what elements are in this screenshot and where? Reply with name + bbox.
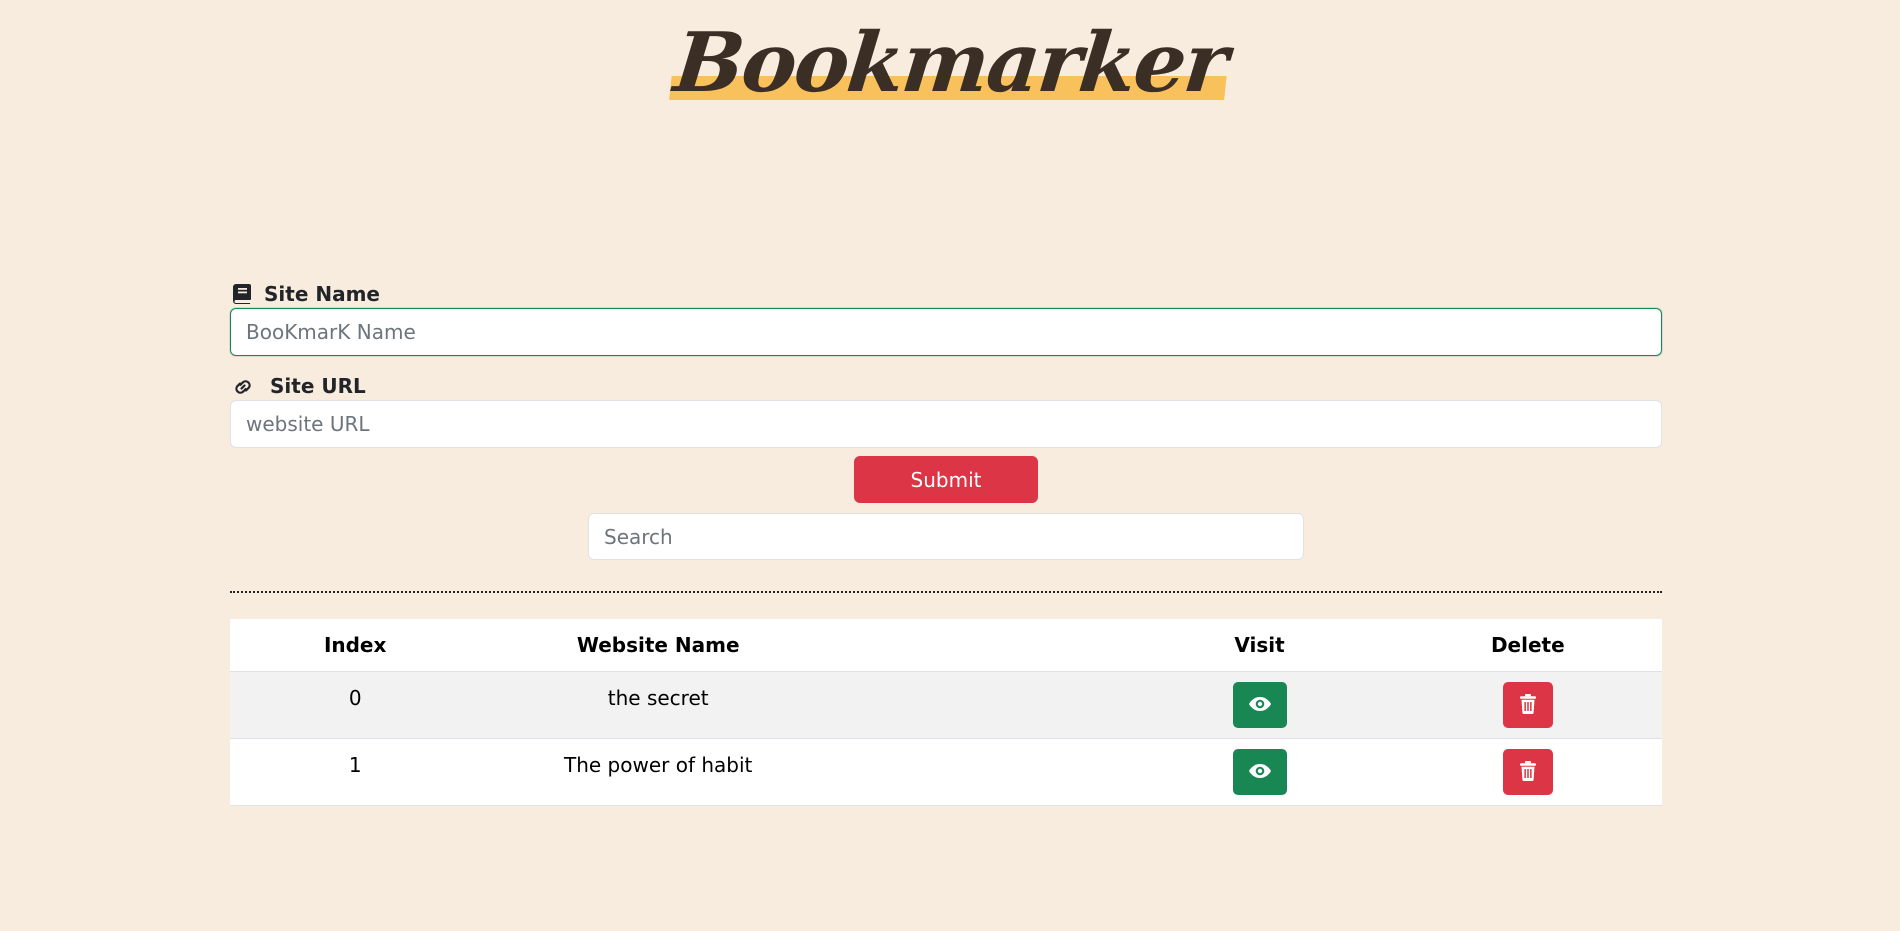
visit-button[interactable] bbox=[1232, 682, 1287, 728]
link-icon bbox=[230, 374, 256, 398]
row-index: 0 bbox=[230, 671, 481, 739]
bookmark-form: Site Name Site URL Submit bbox=[230, 280, 1662, 806]
bookmarks-table: Index Website Name Visit Delete 0 the se… bbox=[230, 619, 1662, 806]
header-spacer bbox=[836, 619, 1126, 672]
header-delete: Delete bbox=[1393, 619, 1662, 672]
site-name-label-row: Site Name bbox=[230, 280, 1662, 308]
trash-icon bbox=[1519, 760, 1536, 784]
header-index: Index bbox=[230, 619, 481, 672]
row-visit-cell bbox=[1125, 671, 1394, 739]
trash-icon bbox=[1519, 693, 1536, 717]
header-visit: Visit bbox=[1125, 619, 1394, 672]
header: Bookmarker bbox=[0, 15, 1900, 111]
header-website-name: Website Name bbox=[480, 619, 837, 672]
eye-icon bbox=[1248, 763, 1272, 782]
table-header-row: Index Website Name Visit Delete bbox=[230, 619, 1662, 672]
row-website-name: the secret bbox=[480, 671, 837, 739]
submit-row: Submit bbox=[230, 456, 1662, 503]
table-row: 0 the secret bbox=[230, 671, 1662, 739]
row-index: 1 bbox=[230, 738, 481, 806]
submit-button[interactable]: Submit bbox=[854, 456, 1038, 503]
row-visit-cell bbox=[1125, 738, 1394, 806]
search-input[interactable] bbox=[588, 513, 1304, 560]
site-url-label: Site URL bbox=[270, 374, 366, 398]
eye-icon bbox=[1248, 696, 1272, 715]
book-icon bbox=[230, 282, 254, 306]
row-spacer bbox=[836, 671, 1126, 739]
divider bbox=[230, 591, 1662, 593]
row-delete-cell bbox=[1393, 738, 1662, 806]
page-title: Bookmarker bbox=[666, 15, 1233, 111]
search-row bbox=[230, 513, 1662, 560]
site-name-input[interactable] bbox=[230, 308, 1662, 356]
row-website-name: The power of habit bbox=[480, 738, 837, 806]
delete-button[interactable] bbox=[1502, 749, 1553, 795]
delete-button[interactable] bbox=[1502, 682, 1553, 728]
site-url-input[interactable] bbox=[230, 400, 1662, 448]
row-delete-cell bbox=[1393, 671, 1662, 739]
row-spacer bbox=[836, 738, 1126, 806]
page: Bookmarker Site Name BooKmarK Name Site … bbox=[0, 0, 1900, 931]
site-name-label: Site Name bbox=[264, 282, 380, 306]
visit-button[interactable] bbox=[1232, 749, 1287, 795]
site-url-label-row: Site URL bbox=[230, 372, 1662, 400]
table-row: 1 The power of habit bbox=[230, 738, 1662, 806]
